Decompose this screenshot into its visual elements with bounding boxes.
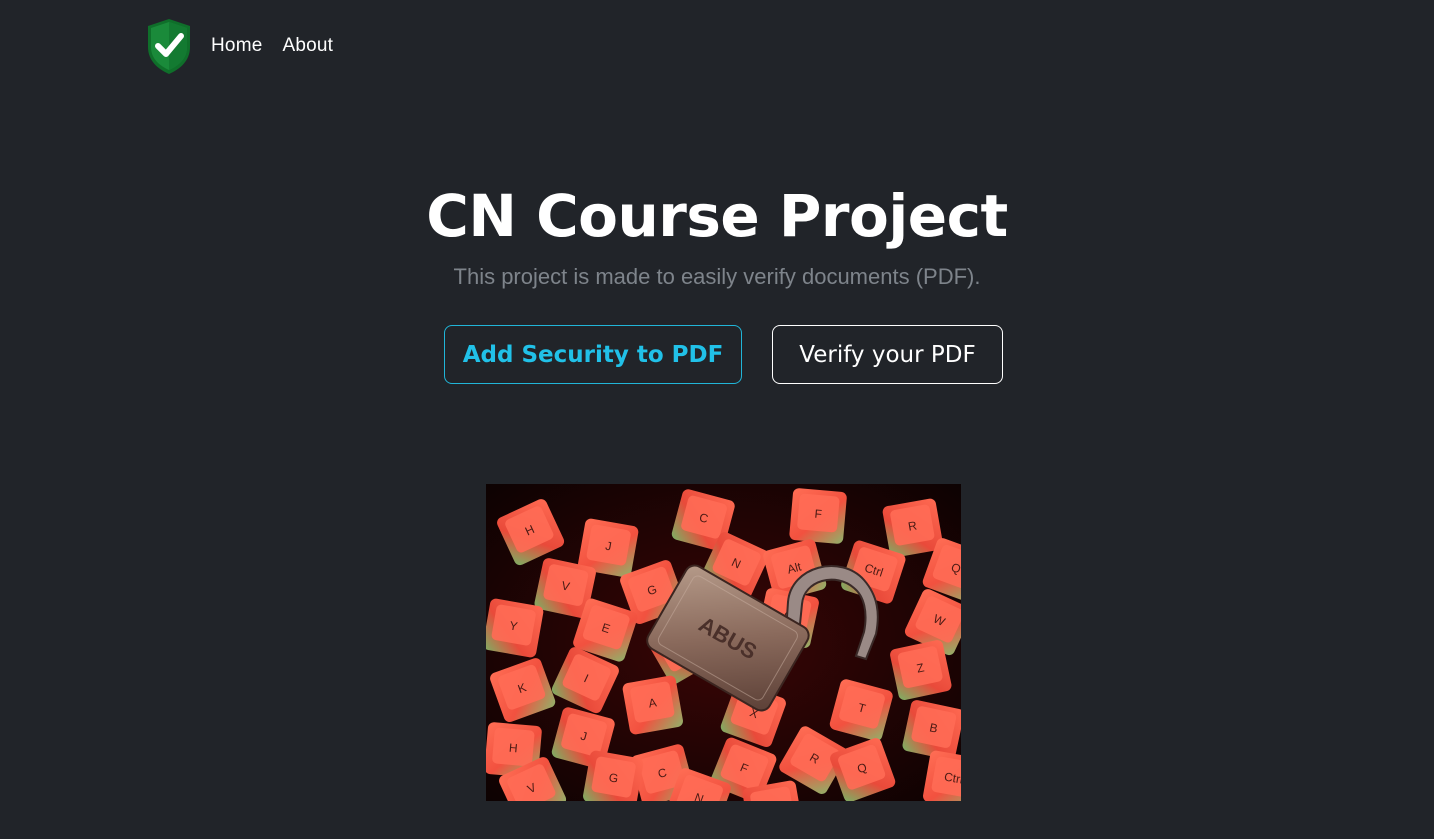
add-security-button[interactable]: Add Security to PDF (444, 325, 742, 384)
padlock-keyboard-image: HJCFRQVGNAltCtrlWYESOZKIAXTBHJCFRQVGNAlt… (486, 484, 961, 801)
navbar: Home About (146, 17, 333, 75)
keycap: Y (486, 598, 544, 658)
shield-check-icon (148, 19, 190, 74)
logo-link[interactable] (146, 17, 192, 75)
keycap: F (789, 488, 847, 544)
verify-pdf-button[interactable]: Verify your PDF (772, 325, 1003, 384)
nav-link-about[interactable]: About (282, 35, 333, 57)
hero-image: HJCFRQVGNAltCtrlWYESOZKIAXTBHJCFRQVGNAlt… (486, 484, 961, 801)
keycap-letter: H (508, 741, 518, 756)
nav-link-home[interactable]: Home (211, 35, 262, 57)
page-subtitle: This project is made to easily verify do… (453, 264, 981, 289)
keycap: Z (890, 640, 952, 700)
page-title: CN Course Project (426, 182, 1008, 250)
keycap-letter: F (814, 507, 823, 522)
keycap: A (622, 675, 683, 735)
